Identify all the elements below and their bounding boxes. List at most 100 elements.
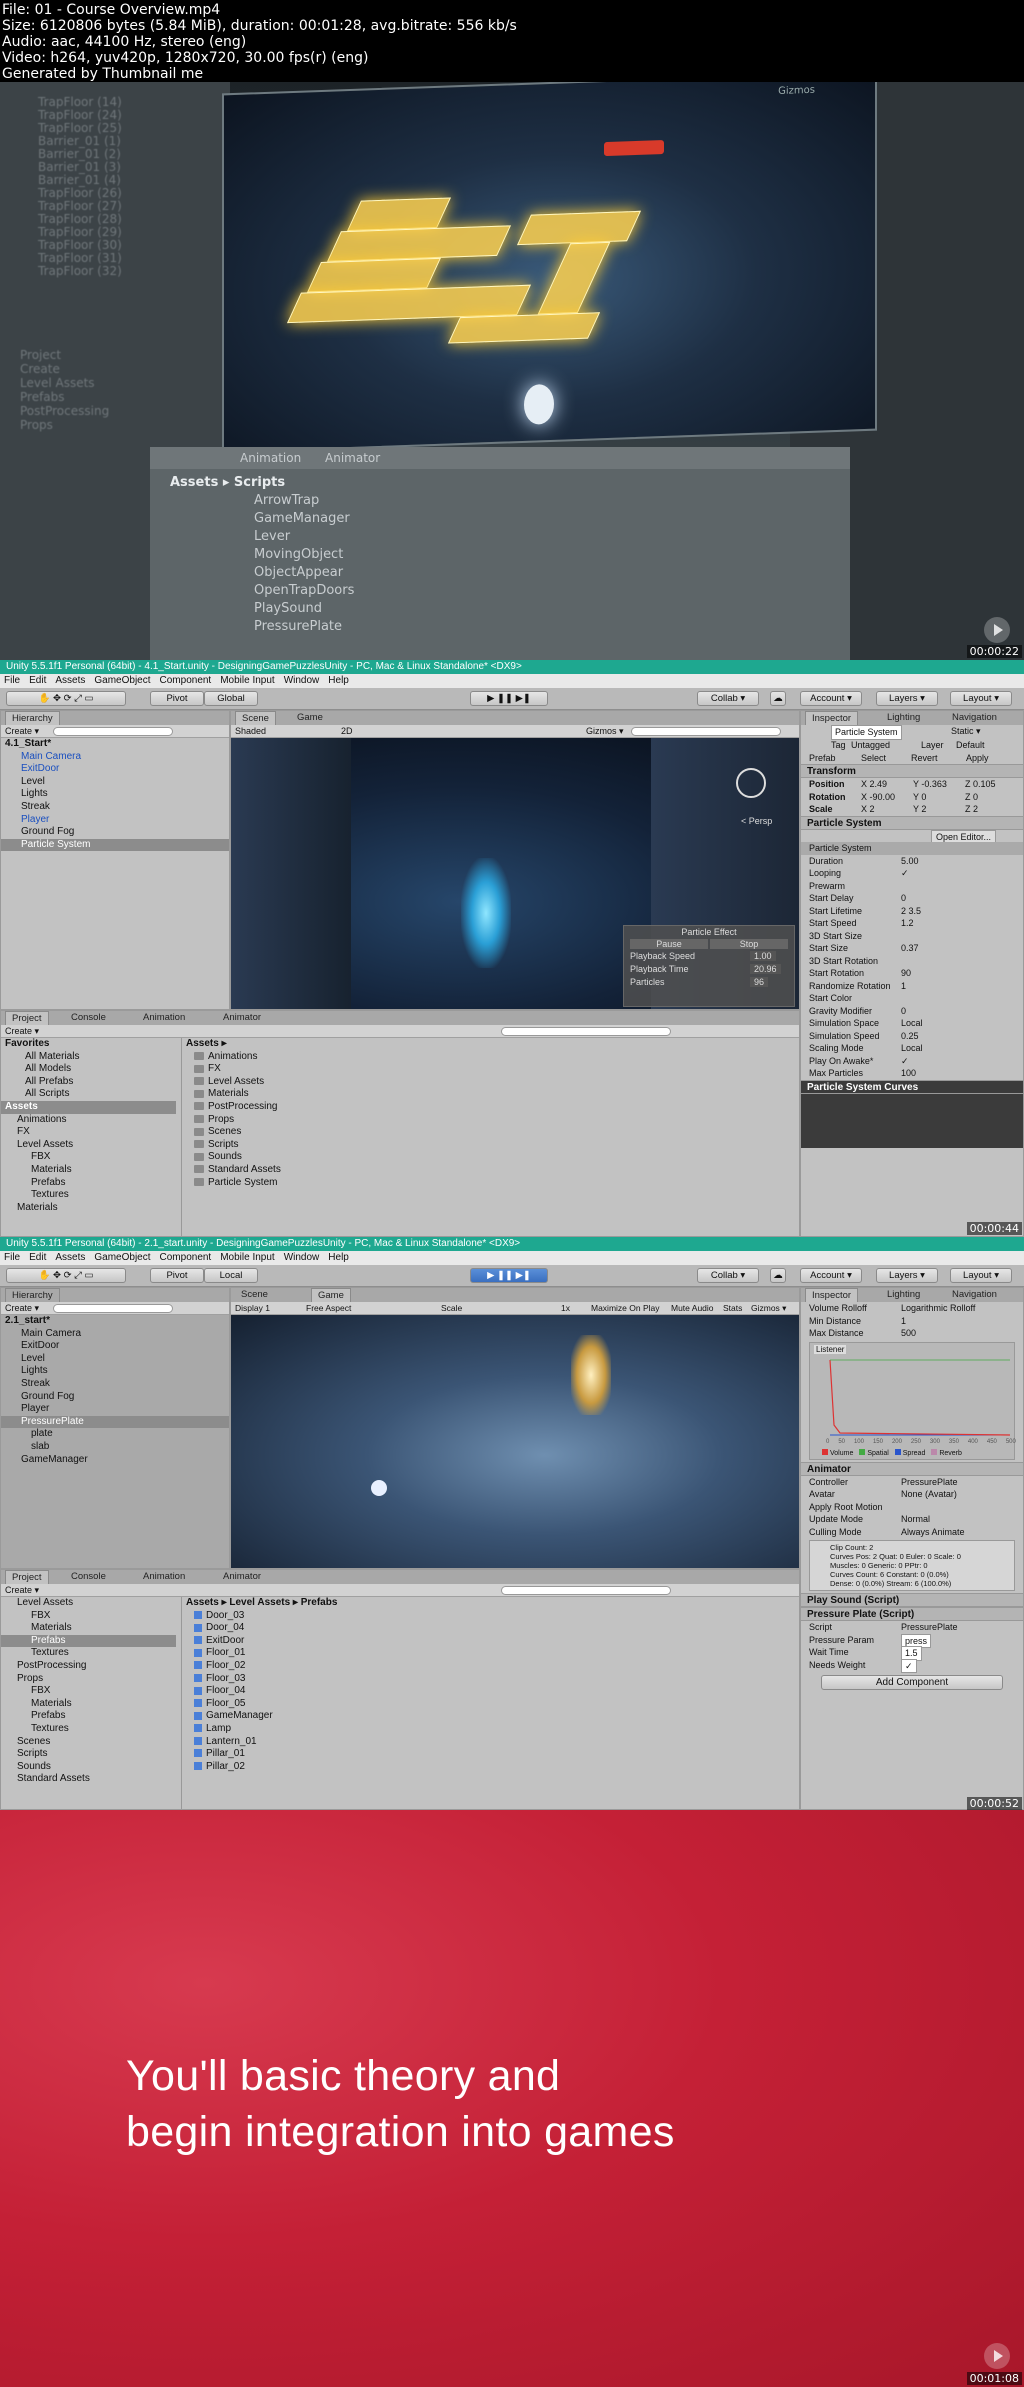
prefab-revert-button[interactable]: Revert xyxy=(911,752,938,765)
hierarchy-search-input[interactable] xyxy=(53,1304,173,1313)
mute-toggle[interactable]: Mute Audio xyxy=(671,1302,714,1315)
menu-item[interactable]: File xyxy=(4,1252,20,1263)
script-item[interactable]: GameManager xyxy=(212,511,370,529)
cloud-icon[interactable]: ☁ xyxy=(770,1268,786,1283)
transform-field[interactable]: X 2 xyxy=(861,803,875,816)
transform-field[interactable]: Y 0 xyxy=(913,791,926,804)
tab-scene[interactable]: Scene xyxy=(235,711,276,725)
assets-tree-item[interactable]: Level Assets xyxy=(1,1139,176,1152)
pivot-toggle[interactable]: Pivot xyxy=(150,691,204,706)
asset-item[interactable]: Materials xyxy=(182,1088,781,1101)
account-button[interactable]: Account ▾ xyxy=(800,1268,862,1283)
pivot-toggle[interactable]: Pivot xyxy=(150,1268,204,1283)
menu-item[interactable]: Help xyxy=(328,1252,349,1263)
tag-dropdown[interactable]: Untagged xyxy=(851,739,890,752)
play-controls[interactable]: ▶ ❚❚ ▶❚ xyxy=(470,1268,548,1283)
favorites-item[interactable]: All Prefabs xyxy=(1,1076,176,1089)
property-value[interactable]: Local xyxy=(901,1042,923,1055)
local-toggle[interactable]: Local xyxy=(204,1268,258,1283)
tab-animation[interactable]: Animation xyxy=(137,1011,191,1025)
transform-field[interactable]: Z 0.105 xyxy=(965,778,996,791)
hierarchy-item[interactable]: Streak xyxy=(1,801,229,814)
property-value[interactable]: ✓ xyxy=(901,867,909,880)
asset-item[interactable]: Particle System xyxy=(182,1177,781,1190)
tab-animator[interactable]: Animator xyxy=(217,1011,267,1025)
assets-tree-item[interactable]: FX xyxy=(1,1126,176,1139)
shaded-dropdown[interactable]: Shaded xyxy=(235,726,266,736)
prefab-item[interactable]: ExitDoor xyxy=(182,1635,781,1648)
tab-console[interactable]: Console xyxy=(65,1570,112,1584)
gizmos-dropdown[interactable]: Gizmos ▾ xyxy=(586,725,624,738)
prefab-item[interactable]: Lamp xyxy=(182,1723,781,1736)
prefab-item[interactable]: Floor_01 xyxy=(182,1647,781,1660)
property-value[interactable]: ✓ xyxy=(901,1658,917,1673)
layers-button[interactable]: Layers ▾ xyxy=(876,1268,938,1283)
hierarchy-item[interactable]: Player xyxy=(1,814,229,827)
tab-console[interactable]: Console xyxy=(65,1011,112,1025)
project-tree-item[interactable]: Textures xyxy=(1,1647,176,1660)
tab-game[interactable]: Game xyxy=(311,1288,351,1302)
persp-label[interactable]: < Persp xyxy=(741,816,772,826)
layout-button[interactable]: Layout ▾ xyxy=(950,1268,1012,1283)
hierarchy-item[interactable]: Particle System xyxy=(1,838,229,852)
hierarchy-item[interactable]: Lights xyxy=(1,1365,229,1378)
prefab-item[interactable]: GameManager xyxy=(182,1710,781,1723)
property-value[interactable]: 500 xyxy=(901,1327,916,1340)
hierarchy-item[interactable]: Ground Fog xyxy=(1,826,229,839)
prefab-item[interactable]: Lantern_01 xyxy=(182,1736,781,1749)
transform-tools[interactable]: ✋ ✥ ⟳ ⤢ ▭ xyxy=(6,691,126,706)
asset-item[interactable]: Props xyxy=(182,1114,781,1127)
project-search-input[interactable] xyxy=(501,1586,671,1595)
project-item[interactable]: Create xyxy=(0,362,230,376)
layers-button[interactable]: Layers ▾ xyxy=(876,691,938,706)
hierarchy-item[interactable]: Streak xyxy=(1,1378,229,1391)
favorites-item[interactable]: Favorites xyxy=(1,1038,176,1051)
hierarchy-item[interactable]: GameManager xyxy=(1,1454,229,1467)
menu-item[interactable]: Mobile Input xyxy=(220,1252,274,1263)
stats-toggle[interactable]: Stats xyxy=(723,1302,742,1315)
transform-field[interactable]: Z 0 xyxy=(965,791,978,804)
assets-tree-item[interactable]: Materials xyxy=(1,1202,176,1215)
hierarchy-search-input[interactable] xyxy=(53,727,173,736)
project-item[interactable]: Props xyxy=(0,418,230,432)
display-dropdown[interactable]: Display 1 xyxy=(235,1303,270,1313)
hierarchy-item[interactable]: ExitDoor xyxy=(1,763,229,776)
project-tree-item[interactable]: Level Assets xyxy=(1,1597,176,1610)
collab-button[interactable]: Collab ▾ xyxy=(697,691,759,706)
script-item[interactable]: MovingObject xyxy=(212,547,370,565)
account-button[interactable]: Account ▾ xyxy=(800,691,862,706)
tab-animation[interactable]: Animation xyxy=(240,451,301,465)
prefab-item[interactable]: Pillar_01 xyxy=(182,1748,781,1761)
menu-item[interactable]: Window xyxy=(284,1252,320,1263)
project-tree-item[interactable]: Props xyxy=(1,1673,176,1686)
stop-button[interactable]: Stop xyxy=(710,939,788,949)
menu-item[interactable]: Window xyxy=(284,675,320,686)
property-value[interactable]: 90 xyxy=(901,967,911,980)
tab-inspector[interactable]: Inspector xyxy=(805,1288,859,1302)
asset-item[interactable]: Scenes xyxy=(182,1126,781,1139)
tab-project[interactable]: Project xyxy=(5,1011,49,1025)
scene-gizmo-icon[interactable] xyxy=(736,768,766,798)
tab-navigation[interactable]: Navigation xyxy=(946,711,1003,725)
cloud-icon[interactable]: ☁ xyxy=(770,691,786,706)
hierarchy-item[interactable]: Ground Fog xyxy=(1,1391,229,1404)
hierarchy-item[interactable]: Lights xyxy=(1,788,229,801)
project-tree-item[interactable]: FBX xyxy=(1,1610,176,1623)
create-button[interactable]: Create ▾ xyxy=(5,1303,39,1313)
prefab-item[interactable]: Floor_02 xyxy=(182,1660,781,1673)
property-value[interactable]: 1 xyxy=(901,980,906,993)
pressure-plate-header[interactable]: Pressure Plate (Script) xyxy=(801,1607,1023,1621)
project-item[interactable]: Prefabs xyxy=(0,390,230,404)
menu-item[interactable]: File xyxy=(4,675,20,686)
prefab-item[interactable]: Floor_03 xyxy=(182,1673,781,1686)
pause-button[interactable]: Pause xyxy=(630,939,708,949)
rolloff-curve[interactable]: Listener 0 50 100 150 200 250 300 350 400 450 500 … xyxy=(809,1341,1016,1460)
prefab-select-button[interactable]: Select xyxy=(861,752,886,765)
hierarchy-item[interactable]: Level xyxy=(1,776,229,789)
script-item[interactable]: ObjectAppear xyxy=(212,565,370,583)
asset-item[interactable]: Scripts xyxy=(182,1139,781,1152)
collab-button[interactable]: Collab ▾ xyxy=(697,1268,759,1283)
property-value[interactable]: 0 xyxy=(901,892,906,905)
project-tree-item[interactable]: Sounds xyxy=(1,1761,176,1774)
project-tree-item[interactable]: Scenes xyxy=(1,1736,176,1749)
